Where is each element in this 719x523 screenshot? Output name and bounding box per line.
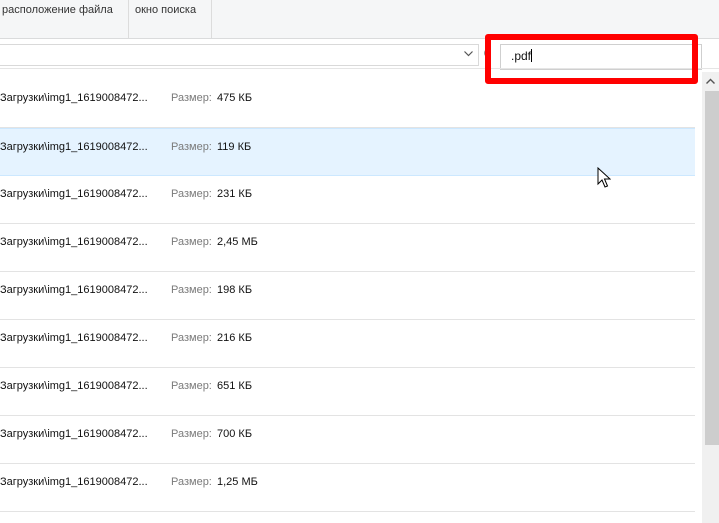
- size-label: Размер:: [171, 92, 212, 104]
- size-label: Размер:: [171, 141, 212, 153]
- size-value: 1,25 МБ: [217, 476, 258, 488]
- size-value: 198 КБ: [217, 284, 253, 296]
- size-label: Размер:: [171, 236, 212, 248]
- result-path: Загрузки\img1_1619008472...: [0, 284, 148, 296]
- results-list: Загрузки\img1_1619008472... Размер: 475 …: [0, 80, 695, 523]
- scrollbar-thumb[interactable]: [705, 91, 719, 445]
- result-row[interactable]: Загрузки\img1_1619008472... Размер: 475 …: [0, 80, 695, 128]
- search-input-value: .pdf: [511, 49, 533, 63]
- result-row[interactable]: Загрузки\img1_1619008472... Размер: 119 …: [0, 128, 695, 176]
- result-path: Загрузки\img1_1619008472...: [0, 236, 148, 248]
- chevron-down-icon[interactable]: [462, 47, 474, 61]
- size-value: 216 КБ: [217, 332, 253, 344]
- result-path: Загрузки\img1_1619008472...: [0, 92, 148, 104]
- size-value: 651 КБ: [217, 380, 253, 392]
- search-input[interactable]: .pdf: [500, 44, 702, 70]
- address-bar-row: .pdf: [0, 39, 719, 70]
- close-search-window-label: окно поиска: [135, 4, 197, 16]
- result-path: Загрузки\img1_1619008472...: [0, 188, 148, 200]
- size-value: 2,45 МБ: [217, 236, 258, 248]
- refresh-icon[interactable]: [480, 45, 490, 65]
- result-row[interactable]: Загрузки\img1_1619008472... Размер: 2,45…: [0, 224, 695, 272]
- size-label: Размер:: [171, 380, 212, 392]
- size-label: Размер:: [171, 284, 212, 296]
- size-label: Размер:: [171, 332, 212, 344]
- size-value: 231 КБ: [217, 188, 253, 200]
- search-results-window: расположение файла окно поиска .pdf Загр…: [0, 0, 719, 523]
- ribbon: расположение файла окно поиска: [0, 0, 719, 39]
- divider: [0, 68, 719, 69]
- size-label: Размер:: [171, 188, 212, 200]
- size-value: 700 КБ: [217, 428, 253, 440]
- result-path: Загрузки\img1_1619008472...: [0, 476, 148, 488]
- result-row[interactable]: Загрузки\img1_1619008472... Размер: 216 …: [0, 320, 695, 368]
- result-row[interactable]: Загрузки\img1_1619008472... Размер: 198 …: [0, 272, 695, 320]
- result-row[interactable]: Загрузки\img1_1619008472... Размер: 231 …: [0, 176, 695, 224]
- ribbon-separator: [211, 0, 212, 38]
- size-label: Размер:: [171, 428, 212, 440]
- result-row[interactable]: Загрузки\img1_1619008472... Размер: 1,25…: [0, 464, 695, 512]
- size-value: 475 КБ: [217, 92, 253, 104]
- text-caret: [531, 49, 533, 62]
- size-label: Размер:: [171, 476, 212, 488]
- result-path: Загрузки\img1_1619008472...: [0, 141, 148, 153]
- result-path: Загрузки\img1_1619008472...: [0, 428, 148, 440]
- result-row[interactable]: Загрузки\img1_1619008472... Размер: 700 …: [0, 416, 695, 464]
- open-file-location-button[interactable]: расположение файла: [0, 0, 128, 38]
- vertical-scrollbar[interactable]: [702, 72, 719, 523]
- close-search-window-button[interactable]: окно поиска: [129, 0, 211, 38]
- result-path: Загрузки\img1_1619008472...: [0, 332, 148, 344]
- address-bar[interactable]: [0, 44, 479, 66]
- chevron-up-icon[interactable]: [702, 72, 719, 89]
- result-row[interactable]: Загрузки\img1_1619008472... Размер: 651 …: [0, 368, 695, 416]
- open-file-location-label: расположение файла: [2, 4, 113, 16]
- result-path: Загрузки\img1_1619008472...: [0, 380, 148, 392]
- size-value: 119 КБ: [217, 141, 252, 153]
